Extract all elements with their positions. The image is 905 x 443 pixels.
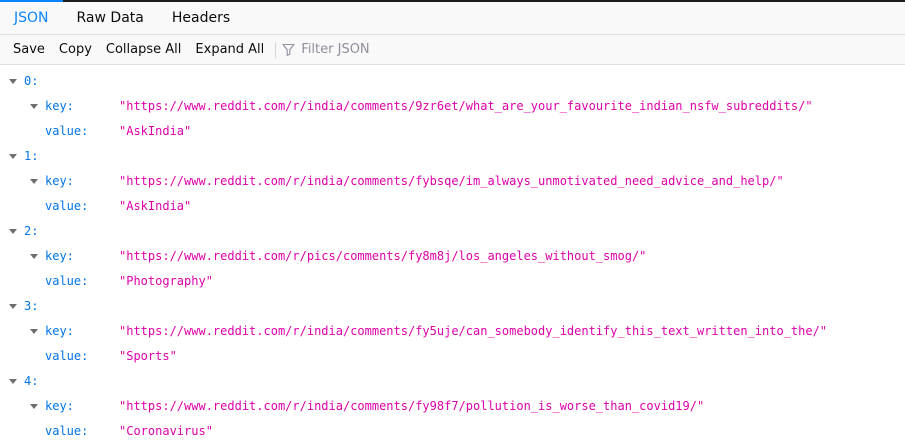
toolbar-divider	[275, 41, 277, 58]
property-name: key:	[45, 398, 74, 413]
string-value: "https://www.reddit.com/r/india/comments…	[119, 398, 705, 413]
filter-input[interactable]: Filter JSON	[282, 42, 370, 57]
array-index: 3:	[24, 298, 39, 313]
chevron-down-icon[interactable]	[8, 76, 18, 86]
property-name: value:	[45, 348, 89, 363]
tree-row-value[interactable]: value: "Sports"	[0, 343, 905, 368]
string-value: "https://www.reddit.com/r/india/comments…	[119, 323, 828, 338]
chevron-down-icon[interactable]	[8, 301, 18, 311]
string-value: "Sports"	[119, 348, 177, 363]
string-value: "https://www.reddit.com/r/india/comments…	[119, 173, 784, 188]
string-value: "https://www.reddit.com/r/pics/comments/…	[119, 248, 647, 263]
chevron-down-icon[interactable]	[29, 326, 39, 336]
tree-row-value[interactable]: value: "Coronavirus"	[0, 418, 905, 443]
array-index: 4:	[24, 373, 39, 388]
tree-row-value[interactable]: value: "Photography"	[0, 268, 905, 293]
tree-row-index[interactable]: 4:	[0, 368, 905, 393]
tree-row-value[interactable]: value: "AskIndia"	[0, 193, 905, 218]
array-index: 0:	[24, 73, 39, 88]
chevron-down-icon[interactable]	[29, 251, 39, 261]
tree-row-key[interactable]: key: "https://www.reddit.com/r/india/com…	[0, 318, 905, 343]
chevron-down-icon[interactable]	[8, 376, 18, 386]
tree-row-key[interactable]: key: "https://www.reddit.com/r/pics/comm…	[0, 243, 905, 268]
filter-placeholder: Filter JSON	[301, 42, 370, 57]
string-value: "https://www.reddit.com/r/india/comments…	[119, 98, 813, 113]
array-index: 2:	[24, 223, 39, 238]
chevron-down-icon[interactable]	[29, 401, 39, 411]
tree-row-key[interactable]: key: "https://www.reddit.com/r/india/com…	[0, 93, 905, 118]
property-name: value:	[45, 123, 89, 138]
json-toolbar: Save Copy Collapse All Expand All Filter…	[0, 35, 905, 65]
property-name: key:	[45, 248, 74, 263]
tree-row-index[interactable]: 1:	[0, 143, 905, 168]
save-button[interactable]: Save	[6, 36, 52, 64]
json-tree: 0: key: "https://www.reddit.com/r/india/…	[0, 65, 905, 443]
tab-raw-data[interactable]: Raw Data	[63, 2, 158, 34]
collapse-all-button[interactable]: Collapse All	[99, 36, 189, 64]
tab-headers[interactable]: Headers	[158, 2, 244, 34]
tree-row-value[interactable]: value: "AskIndia"	[0, 118, 905, 143]
tree-row-key[interactable]: key: "https://www.reddit.com/r/india/com…	[0, 168, 905, 193]
string-value: "Photography"	[119, 273, 213, 288]
copy-button[interactable]: Copy	[52, 36, 99, 64]
tree-row-index[interactable]: 3:	[0, 293, 905, 318]
chevron-down-icon[interactable]	[29, 101, 39, 111]
property-name: key:	[45, 173, 74, 188]
property-name: value:	[45, 423, 89, 438]
string-value: "AskIndia"	[119, 198, 192, 213]
property-name: value:	[45, 273, 89, 288]
property-name: key:	[45, 323, 74, 338]
tree-row-index[interactable]: 2:	[0, 218, 905, 243]
string-value: "AskIndia"	[119, 123, 192, 138]
expand-all-button[interactable]: Expand All	[188, 36, 271, 64]
chevron-down-icon[interactable]	[29, 176, 39, 186]
chevron-down-icon[interactable]	[8, 226, 18, 236]
string-value: "Coronavirus"	[119, 423, 213, 438]
tab-json[interactable]: JSON	[0, 0, 63, 34]
chevron-down-icon[interactable]	[8, 151, 18, 161]
array-index: 1:	[24, 148, 39, 163]
tab-bar: JSON Raw Data Headers	[0, 0, 905, 35]
tree-row-key[interactable]: key: "https://www.reddit.com/r/india/com…	[0, 393, 905, 418]
tree-row-index[interactable]: 0:	[0, 68, 905, 93]
property-name: key:	[45, 98, 74, 113]
filter-icon	[282, 43, 295, 56]
property-name: value:	[45, 198, 89, 213]
